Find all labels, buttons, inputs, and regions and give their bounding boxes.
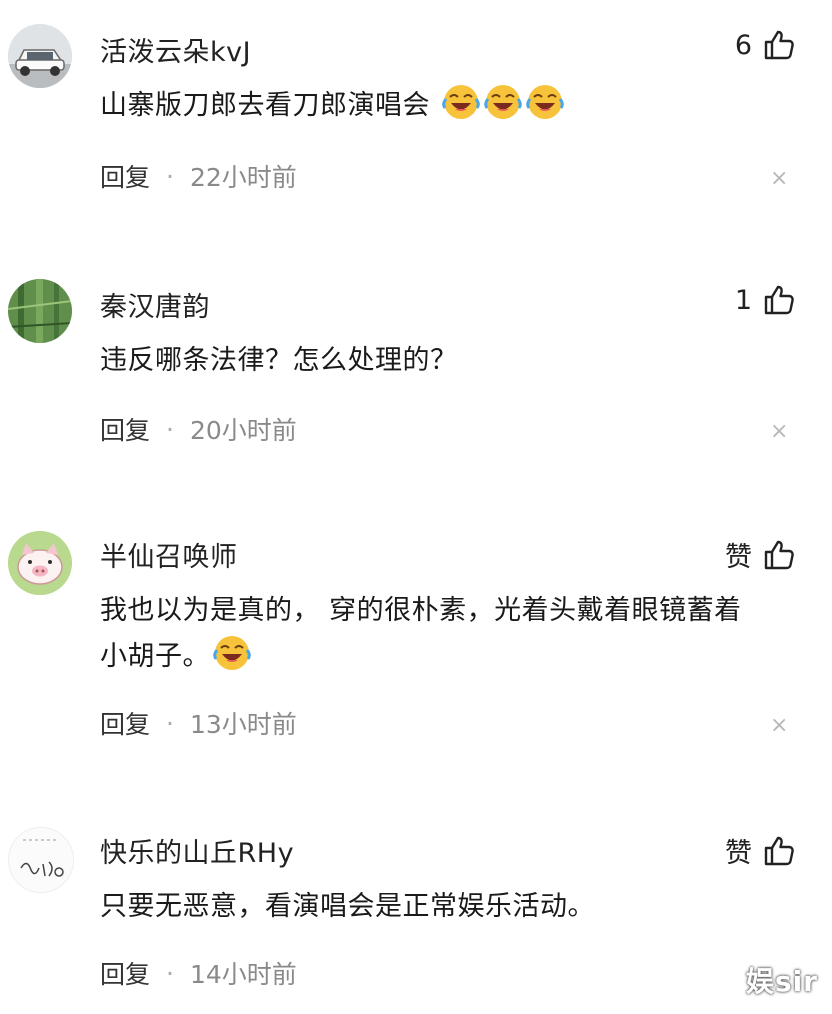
comment-text: 违反哪条法律？怎么处理的？ <box>100 345 458 376</box>
comment-item: 快乐的山丘RHy 赞 只要无恶意，看演唱会是正常娱乐活动。 回复 · 14小时前 <box>0 805 832 1014</box>
separator-dot: · <box>166 161 174 191</box>
comment-item: 活泼云朵kvJ 6 山寨版刀郎去看刀郎演唱会 回复 · 22小时前 × <box>0 0 832 250</box>
sketch-avatar-icon <box>9 828 73 892</box>
avatar[interactable] <box>8 531 72 595</box>
comment-text: 山寨版刀郎去看刀郎演唱会 <box>100 82 800 128</box>
comment-text-line: 小胡子。 <box>100 633 800 679</box>
like-button[interactable]: 赞 <box>725 831 796 870</box>
laughing-crying-emoji-icon <box>484 85 522 119</box>
comment-meta: 回复 · 22小时前 <box>100 158 297 194</box>
bamboo-avatar-icon <box>8 279 72 343</box>
timestamp: 14小时前 <box>189 960 297 989</box>
close-icon[interactable]: × <box>770 419 790 444</box>
reply-button[interactable]: 回复 <box>100 955 150 991</box>
comment-meta: 回复 · 13小时前 <box>100 705 297 741</box>
username[interactable]: 活泼云朵kvJ <box>100 30 251 69</box>
comment-meta: 回复 · 14小时前 <box>100 955 297 991</box>
separator-dot: · <box>166 708 174 738</box>
thumbs-up-icon <box>764 30 794 60</box>
like-count: 赞 <box>725 542 752 573</box>
comment-text-line: 我也以为是真的， 穿的很朴素，光着头戴着眼镜蓄着 <box>100 595 742 626</box>
username[interactable]: 秦汉唐韵 <box>100 285 210 324</box>
thumbs-up-icon <box>764 285 794 315</box>
like-count: 6 <box>734 29 752 61</box>
avatar[interactable] <box>8 827 74 893</box>
laughing-crying-emoji-icon <box>442 85 480 119</box>
thumbs-up-icon <box>764 540 794 569</box>
like-count: 赞 <box>725 838 752 869</box>
separator-dot: · <box>166 958 174 988</box>
car-avatar-icon <box>8 24 72 88</box>
avatar[interactable] <box>8 24 72 88</box>
timestamp: 22小时前 <box>189 163 297 192</box>
comment-item: 半仙召唤师 赞 我也以为是真的， 穿的很朴素，光着头戴着眼镜蓄着 小胡子。 回复… <box>0 505 832 805</box>
timestamp: 13小时前 <box>189 710 297 739</box>
pig-avatar-icon <box>8 531 72 595</box>
watermark: 娱sir <box>745 965 818 998</box>
like-button[interactable]: 赞 <box>725 535 796 574</box>
reply-button[interactable]: 回复 <box>100 411 150 447</box>
reply-button[interactable]: 回复 <box>100 705 150 741</box>
like-count: 1 <box>734 284 752 316</box>
comment-text: 我也以为是真的， 穿的很朴素，光着头戴着眼镜蓄着 小胡子。 <box>100 589 800 679</box>
comment-item: 秦汉唐韵 1 违反哪条法律？怎么处理的？ 回复 · 20小时前 × <box>0 255 832 505</box>
like-button[interactable]: 1 <box>735 283 796 317</box>
like-button[interactable]: 6 <box>735 28 796 62</box>
close-icon[interactable]: × <box>770 166 790 191</box>
thumbs-up-icon <box>764 836 794 865</box>
comment-meta: 回复 · 20小时前 <box>100 411 297 447</box>
comment-text: 只要无恶意，看演唱会是正常娱乐活动。 <box>100 891 595 922</box>
avatar[interactable] <box>8 279 72 343</box>
username[interactable]: 快乐的山丘RHy <box>100 831 294 870</box>
laughing-crying-emoji-icon <box>213 636 251 670</box>
close-icon[interactable]: × <box>770 713 790 738</box>
laughing-crying-emoji-icon <box>526 85 564 119</box>
username[interactable]: 半仙召唤师 <box>100 535 238 574</box>
reply-button[interactable]: 回复 <box>100 158 150 194</box>
separator-dot: · <box>166 414 174 444</box>
timestamp: 20小时前 <box>189 416 297 445</box>
